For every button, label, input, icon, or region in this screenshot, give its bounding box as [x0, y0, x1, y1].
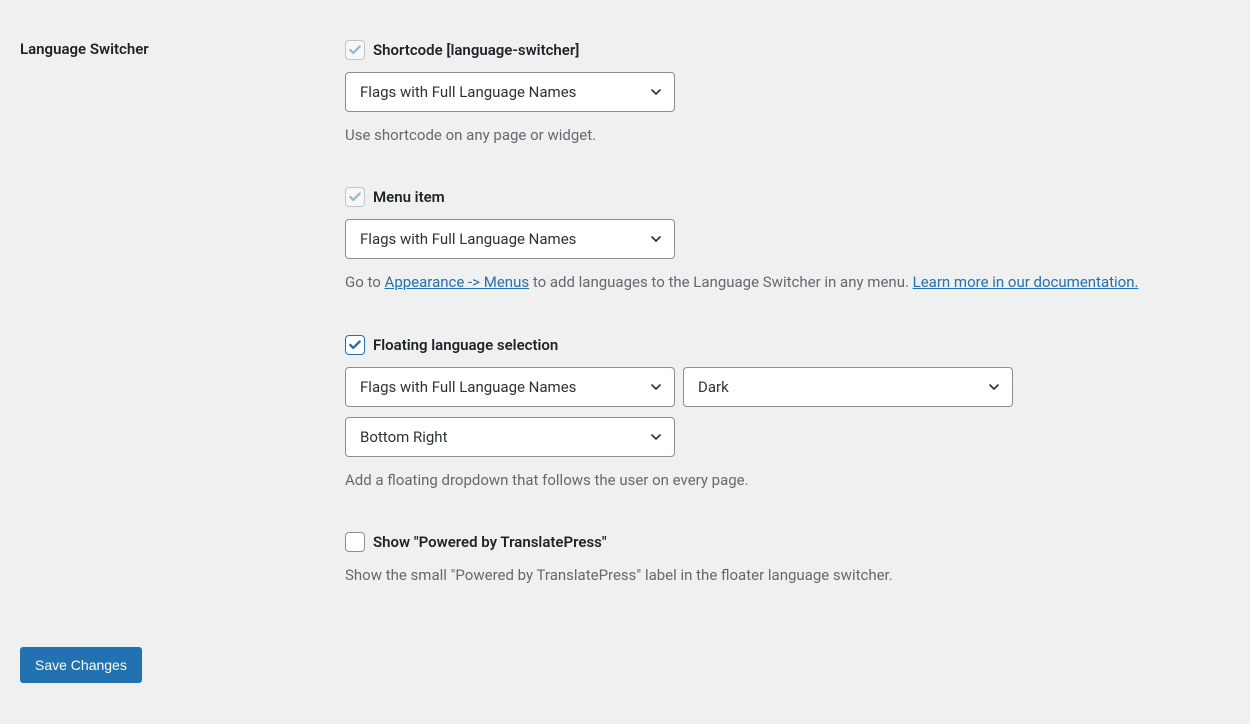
chevron-down-icon — [648, 84, 664, 100]
chevron-down-icon — [648, 231, 664, 247]
menu-item-option: Menu item Flags with Full Language Names… — [345, 187, 1230, 294]
shortcode-option: Shortcode [language-switcher] Flags with… — [345, 40, 1230, 147]
check-icon — [348, 190, 362, 204]
documentation-link[interactable]: Learn more in our documentation. — [913, 273, 1139, 291]
chevron-down-icon — [648, 379, 664, 395]
menu-item-help: Go to Appearance -> Menus to add languag… — [345, 271, 1230, 294]
shortcode-label: Shortcode [language-switcher] — [373, 41, 579, 59]
floating-position-select[interactable]: Bottom Right — [345, 417, 675, 457]
language-switcher-section: Language Switcher Shortcode [language-sw… — [20, 20, 1230, 587]
menu-item-style-select[interactable]: Flags with Full Language Names — [345, 219, 675, 259]
menu-item-checkbox[interactable] — [345, 187, 365, 207]
shortcode-checkbox[interactable] — [345, 40, 365, 60]
floating-theme-select[interactable]: Dark — [683, 367, 1013, 407]
powered-by-label: Show "Powered by TranslatePress" — [373, 533, 607, 551]
chevron-down-icon — [648, 429, 664, 445]
section-body-cell: Shortcode [language-switcher] Flags with… — [345, 20, 1230, 587]
save-changes-button[interactable]: Save Changes — [20, 647, 142, 683]
floating-style-select[interactable]: Flags with Full Language Names — [345, 367, 675, 407]
section-title: Language Switcher — [20, 40, 149, 58]
check-icon — [348, 338, 362, 352]
floating-help: Add a floating dropdown that follows the… — [345, 469, 1230, 492]
section-header-cell: Language Switcher — [20, 20, 345, 587]
check-icon — [348, 43, 362, 57]
powered-by-checkbox[interactable] — [345, 532, 365, 552]
shortcode-style-select[interactable]: Flags with Full Language Names — [345, 72, 675, 112]
floating-checkbox[interactable] — [345, 335, 365, 355]
appearance-menus-link[interactable]: Appearance -> Menus — [385, 273, 530, 291]
floating-label: Floating language selection — [373, 336, 558, 354]
submit-row: Save Changes — [20, 647, 1230, 683]
floating-option: Floating language selection Flags with F… — [345, 335, 1230, 492]
powered-by-help: Show the small "Powered by TranslatePres… — [345, 564, 1230, 587]
menu-item-label: Menu item — [373, 188, 445, 206]
powered-by-option: Show "Powered by TranslatePress" Show th… — [345, 532, 1230, 587]
shortcode-help: Use shortcode on any page or widget. — [345, 124, 1230, 147]
chevron-down-icon — [986, 379, 1002, 395]
